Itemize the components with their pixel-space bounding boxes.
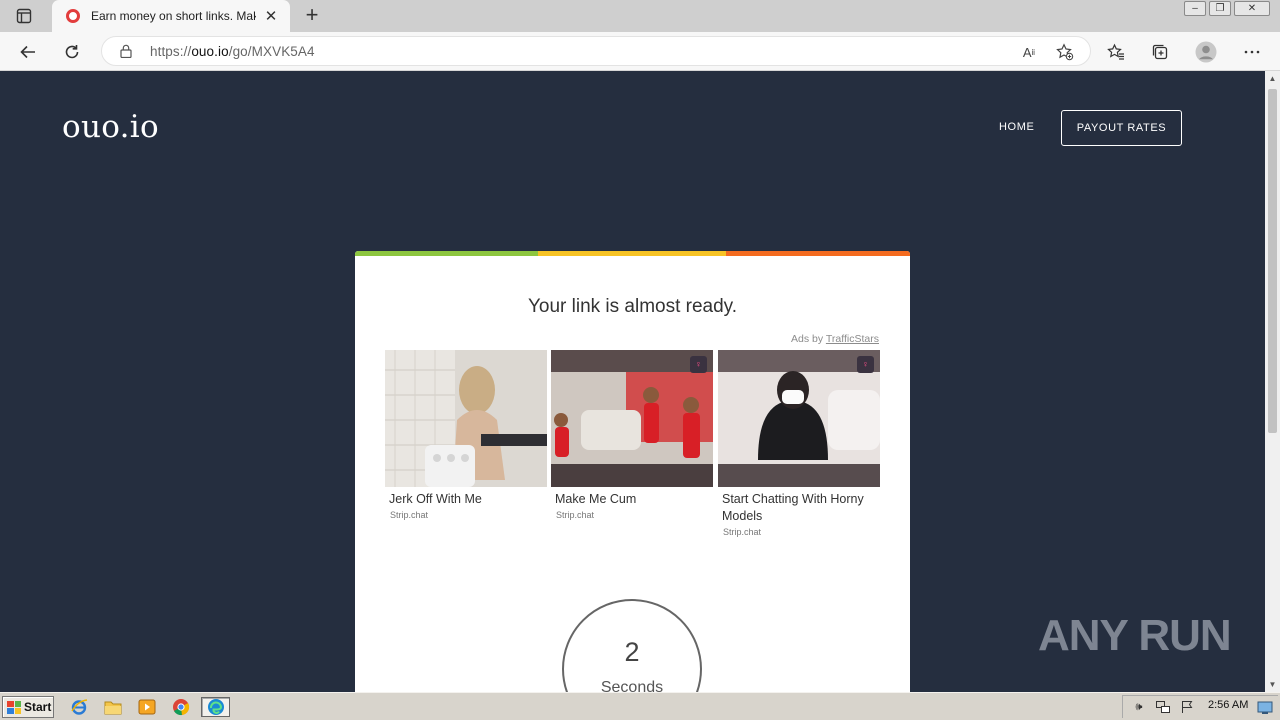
reload-button[interactable] (60, 40, 84, 64)
link-card: Your link is almost ready. Ads by Traffi… (355, 251, 910, 692)
scrollbar-thumb[interactable] (1268, 89, 1277, 433)
ad-source: Strip.chat (390, 510, 429, 520)
url-host: ouo.io (191, 44, 229, 59)
new-tab-button[interactable]: + (300, 4, 324, 28)
browser-tab-strip: Earn money on short links. Mak ✕ + ‒ ❐ ✕ (0, 0, 1280, 32)
stripe-segment-yellow (538, 251, 726, 256)
page-viewport: ouo.io HOME PAYOUT RATES Your link is al… (0, 71, 1265, 692)
trafficstars-link[interactable]: TrafficStars (826, 333, 879, 345)
browser-tab-active[interactable]: Earn money on short links. Mak ✕ (52, 0, 290, 32)
watermark-text: ANY RUN (1038, 611, 1232, 660)
windows-logo-icon (7, 700, 21, 714)
ad-title[interactable]: Make Me Cum (555, 491, 713, 508)
live-badge-icon: ♀ (857, 356, 874, 373)
collections-icon (1152, 44, 1168, 60)
tab-title: Earn money on short links. Mak (91, 9, 256, 23)
back-arrow-icon (20, 45, 35, 59)
settings-menu-button[interactable] (1240, 40, 1264, 64)
collections-button[interactable] (1148, 40, 1172, 64)
stripe-segment-orange (726, 251, 910, 256)
edge-taskbar-button[interactable] (201, 697, 230, 717)
color-stripe (355, 251, 910, 256)
minimize-window-button[interactable]: ‒ (1184, 1, 1206, 16)
ad-tile-1[interactable]: Jerk Off With Me Strip.chat (385, 350, 547, 520)
action-center-flag-icon[interactable] (1179, 700, 1195, 714)
ad-title[interactable]: Start Chatting With Horny Models (722, 491, 880, 525)
ad-tile-3[interactable]: ♀ Start Chatting With Horny Models Strip… (718, 350, 880, 537)
live-badge-icon: ♀ (690, 356, 707, 373)
nav-home-link[interactable]: HOME (999, 121, 1034, 133)
ad-source: Strip.chat (723, 527, 762, 537)
media-player-icon[interactable] (136, 697, 158, 717)
lock-icon (120, 44, 132, 58)
avatar-icon (1195, 41, 1217, 63)
page-scrollbar[interactable]: ▲ ▼ (1265, 71, 1280, 692)
system-tray: 🕪 (1122, 695, 1278, 718)
internet-explorer-icon[interactable] (68, 697, 90, 717)
show-desktop-icon[interactable] (1256, 698, 1274, 718)
profile-button[interactable] (1194, 40, 1218, 64)
site-logo[interactable]: ouo.io (62, 109, 159, 145)
url-text: https://ouo.io/go/MXVK5A4 (150, 44, 315, 59)
ad-thumbnail-image[interactable]: ♀ (551, 350, 713, 487)
ad-title[interactable]: Jerk Off With Me (389, 491, 547, 508)
ads-attribution: Ads by TrafficStars (791, 333, 879, 345)
favorites-button[interactable] (1104, 40, 1128, 64)
tab-actions-button[interactable] (8, 5, 40, 27)
file-explorer-icon[interactable] (102, 697, 124, 717)
countdown-value: 2 (624, 637, 640, 667)
ad-tile-2[interactable]: ♀ Make Me Cum Strip.chat (551, 350, 713, 520)
ad-thumbnail-image[interactable] (385, 350, 547, 487)
nav-payout-rates-button[interactable]: PAYOUT RATES (1061, 110, 1182, 146)
chrome-icon[interactable] (170, 697, 192, 717)
start-label: Start (24, 700, 52, 714)
ad-thumbnail-image[interactable]: ♀ (718, 350, 880, 487)
volume-icon[interactable]: 🕪 (1131, 700, 1147, 714)
card-title: Your link is almost ready. (527, 296, 738, 317)
site-favicon-icon (66, 9, 80, 23)
stripe-segment-green (355, 251, 538, 256)
taskbar-clock[interactable]: 2:56 AM (1208, 699, 1248, 711)
start-button[interactable]: Start (2, 696, 54, 718)
read-aloud-icon[interactable]: Aⅱ (1019, 42, 1039, 62)
favorites-icon (1107, 43, 1124, 60)
reload-icon (65, 45, 79, 59)
url-path: /go/MXVK5A4 (228, 44, 315, 59)
scroll-up-icon[interactable]: ▲ (1265, 71, 1280, 86)
add-favorite-icon[interactable] (1055, 42, 1075, 62)
url-scheme: https:// (150, 44, 192, 59)
more-dots-icon (1244, 50, 1260, 54)
browser-toolbar: https://ouo.io/go/MXVK5A4 Aⅱ (0, 32, 1280, 71)
countdown-label: Seconds (600, 679, 664, 692)
restore-window-button[interactable]: ❐ (1209, 1, 1231, 16)
close-window-button[interactable]: ✕ (1234, 1, 1270, 16)
back-button[interactable] (16, 40, 40, 64)
network-icon[interactable] (1155, 700, 1171, 714)
address-bar[interactable]: https://ouo.io/go/MXVK5A4 Aⅱ (101, 36, 1091, 66)
countdown-timer: 2 Seconds (562, 599, 702, 692)
anyrun-watermark: ANY RUN (1038, 611, 1232, 661)
ad-source: Strip.chat (556, 510, 595, 520)
tab-actions-icon (16, 8, 32, 24)
scroll-down-icon[interactable]: ▼ (1265, 677, 1280, 692)
close-tab-icon[interactable]: ✕ (262, 7, 280, 25)
edge-icon (207, 699, 224, 715)
windows-taskbar: Start 🕪 2:56 AM (0, 692, 1280, 720)
ads-by-label: Ads by (791, 333, 824, 345)
